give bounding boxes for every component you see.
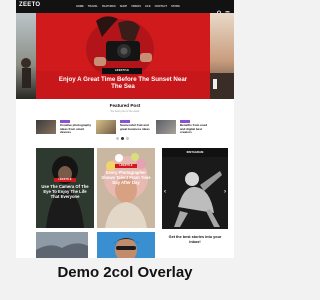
theme-preview: ZEETO HOME TRAVEL FEATURES SHOP VIDEOS L…: [16, 0, 234, 258]
newsletter-title: Get the best stories into your inbox!: [168, 235, 222, 244]
featured-thumbnail[interactable]: [96, 120, 116, 134]
post-card[interactable]: [97, 232, 155, 258]
site-logo[interactable]: ZEETO: [19, 2, 40, 8]
menu-item[interactable]: SHOP: [120, 5, 127, 8]
hero-next-slide[interactable]: [210, 13, 234, 99]
featured-item-title[interactable]: Creative photography ideas from smart de…: [60, 123, 92, 135]
top-nav: ZEETO HOME TRAVEL FEATURES SHOP VIDEOS L…: [16, 0, 234, 16]
featured-item[interactable]: Successful fruit and great business idea…: [96, 120, 152, 134]
menu-item[interactable]: HOME: [76, 5, 84, 8]
featured-thumbnail[interactable]: [36, 120, 56, 134]
post-category-badge[interactable]: LIFESTYLE: [54, 178, 76, 182]
demo-caption: Demo 2col Overlay: [57, 264, 193, 281]
menu-item[interactable]: TRAVEL: [88, 5, 98, 8]
hero-title[interactable]: Enjoy A Great Time Before The Sunset Nea…: [56, 76, 190, 91]
featured-item[interactable]: Benefits from used and digital best crea…: [156, 120, 212, 134]
post-category-badge[interactable]: LIFESTYLE: [115, 164, 137, 168]
slider-dots: [116, 137, 129, 140]
nav-icons: [217, 3, 230, 16]
post-image: [97, 232, 155, 258]
featured-item-title[interactable]: Benefits from used and digital best crea…: [180, 123, 212, 135]
menu-item[interactable]: STORE: [171, 5, 180, 8]
menu-item[interactable]: CONTACT: [155, 5, 168, 8]
sidebar-heading: INSTAGRAM: [162, 148, 228, 157]
slider-dot-active[interactable]: [121, 137, 124, 140]
menu-icon[interactable]: [225, 3, 230, 16]
post-image: [36, 232, 88, 258]
post-image: [97, 148, 155, 228]
menu-item[interactable]: VIDEOS: [131, 5, 141, 8]
newsletter-widget: Get the best stories into your inbox!: [162, 232, 228, 258]
hero-prev-image: [21, 58, 31, 88]
hero-next-image: [210, 73, 234, 99]
slider-dot[interactable]: [126, 137, 129, 140]
main-menu: HOME TRAVEL FEATURES SHOP VIDEOS LIFE CO…: [76, 0, 180, 13]
slider-dot[interactable]: [116, 137, 119, 140]
hero-prev-slide[interactable]: [16, 13, 36, 99]
chevron-right-icon[interactable]: ›: [224, 189, 226, 195]
featured-subheading: the best post of the week: [110, 110, 140, 113]
chevron-left-icon[interactable]: ‹: [164, 189, 166, 195]
post-card[interactable]: LIFESTYLE Every Photographer Shows Talen…: [97, 148, 155, 228]
instagram-widget[interactable]: ‹ ›: [162, 157, 228, 229]
post-title[interactable]: Use The Camera Of The Eye To Enjoy The L…: [39, 184, 91, 199]
menu-item[interactable]: FEATURES: [102, 5, 116, 8]
hero-slider[interactable]: LIFESTYLE Enjoy A Great Time Before The …: [16, 13, 234, 99]
post-card[interactable]: LIFESTYLE Use The Camera Of The Eye To E…: [36, 148, 94, 228]
hero-category-badge[interactable]: LIFESTYLE: [102, 68, 142, 74]
search-icon[interactable]: [217, 3, 222, 16]
featured-item[interactable]: Creative photography ideas from smart de…: [36, 120, 92, 134]
menu-item[interactable]: LIFE: [145, 5, 151, 8]
featured-heading: Featured Post: [109, 103, 141, 108]
featured-item-title[interactable]: Successful fruit and great business idea…: [120, 123, 152, 131]
hero-slide[interactable]: LIFESTYLE Enjoy A Great Time Before The …: [36, 13, 210, 99]
featured-thumbnail[interactable]: [156, 120, 176, 134]
post-card[interactable]: [36, 232, 88, 258]
instagram-image: [162, 157, 228, 229]
post-title[interactable]: Every Photographer Shows Talent From Tim…: [100, 170, 152, 185]
